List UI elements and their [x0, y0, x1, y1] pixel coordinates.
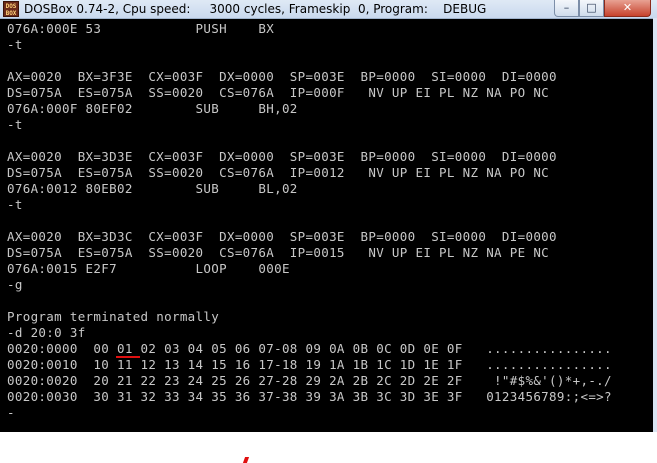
console-output[interactable]: 076A:000E 53 PUSH BX -t AX=0020 BX=3F3E CX… [0, 19, 657, 432]
console-line: - [7, 405, 15, 420]
console-line: 076A:000F 80EF02 SUB BH,02 [7, 101, 298, 116]
minimize-button[interactable]: – [554, 0, 579, 17]
console-line: AX=0020 BX=3D3E CX=003F DX=0000 SP=003E … [7, 149, 557, 164]
title-bar[interactable]: DOS BOX DOSBox 0.74-2, Cpu speed: 3000 cy… [0, 0, 657, 19]
red-mark-annotation [242, 457, 250, 463]
console-line: AX=0020 BX=3F3E CX=003F DX=0000 SP=003E … [7, 69, 557, 84]
window-title: DOSBox 0.74-2, Cpu speed: 3000 cycles, F… [24, 2, 487, 16]
console-line: DS=075A ES=075A SS=0020 CS=076A IP=0012 … [7, 165, 550, 180]
window-border [653, 18, 657, 432]
console-line: -t [7, 37, 23, 52]
console-line: 0020:0020 20 21 22 23 24 25 26 27-28 29 … [7, 373, 612, 388]
console-line: -t [7, 197, 23, 212]
console-line: DS=075A ES=075A SS=0020 CS=076A IP=000F … [7, 85, 550, 100]
console-line: 076A:0012 80EB02 SUB BL,02 [7, 181, 298, 196]
console-line: Program terminated normally [7, 309, 220, 324]
console-line: DS=075A ES=075A SS=0020 CS=076A IP=0015 … [7, 245, 550, 260]
console-line: 0020:0030 30 31 32 33 34 35 36 37-38 39 … [7, 389, 612, 404]
console-line: 076A:0015 E2F7 LOOP 000E [7, 261, 290, 276]
console-line: -d 20:0 3f [7, 325, 86, 340]
console-line: -g [7, 277, 23, 292]
dosbox-icon[interactable]: DOS BOX [3, 1, 19, 17]
console-line: 076A:000E 53 PUSH BX [7, 21, 275, 36]
close-button[interactable]: ✕ [604, 0, 651, 17]
console-line: 0020:0010 10 11 12 13 14 15 16 17-18 19 … [7, 357, 612, 372]
console-line: 0020:0000 00 01 02 03 04 05 06 07-08 09 … [7, 341, 612, 356]
red-underline-annotation [116, 356, 140, 358]
console-line: AX=0020 BX=3D3C CX=003F DX=0000 SP=003E … [7, 229, 557, 244]
console-line: -t [7, 117, 23, 132]
dosbox-window: DOS BOX DOSBox 0.74-2, Cpu speed: 3000 cy… [0, 0, 657, 432]
maximize-button[interactable]: □ [579, 0, 604, 17]
